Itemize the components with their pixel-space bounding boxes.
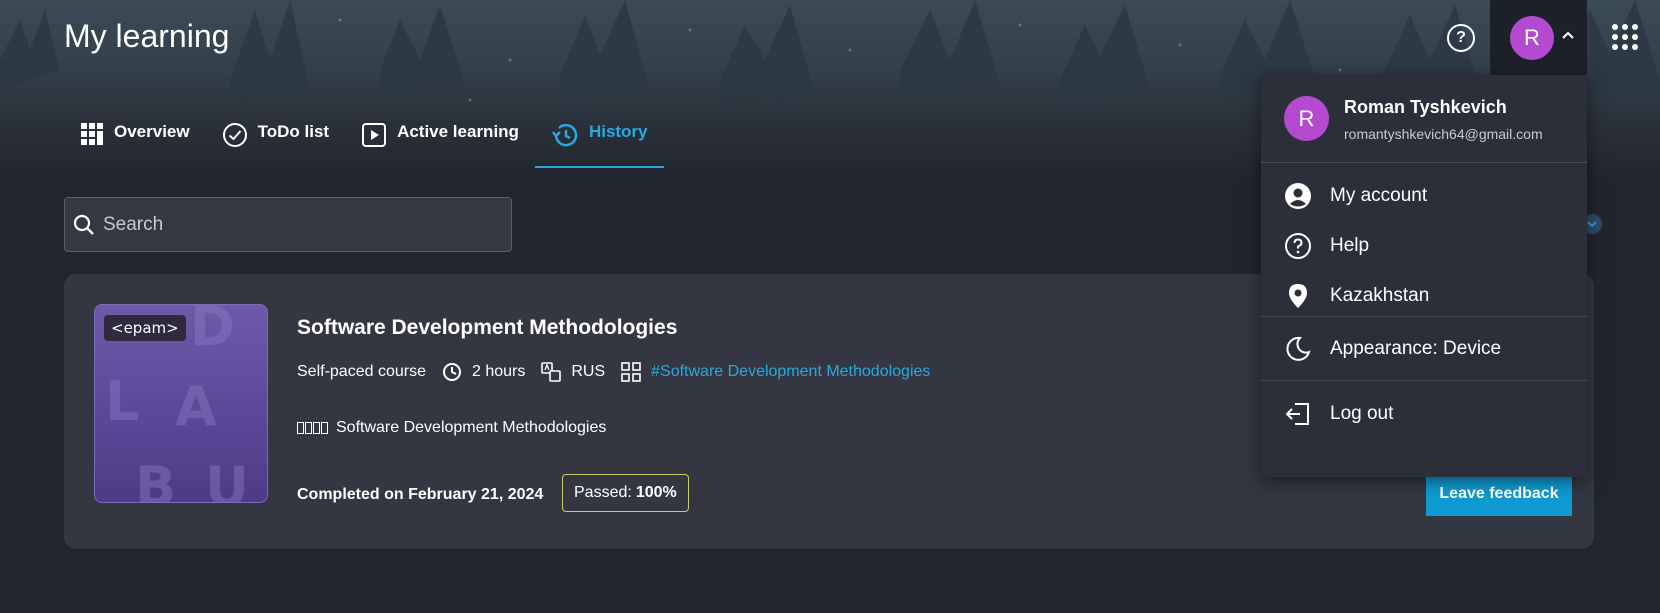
check-circle-icon [222, 123, 247, 147]
provider-name: Software Development Methodologies [336, 419, 607, 436]
apps-grid-icon[interactable] [1612, 24, 1638, 50]
location-pin-icon [1289, 284, 1307, 308]
chevron-up-icon[interactable] [1562, 30, 1574, 40]
svg-text:U: U [205, 455, 249, 503]
menu-item-my-account[interactable]: My account [1284, 176, 1427, 216]
tab-todo[interactable]: ToDo list [206, 110, 345, 168]
menu-item-appearance[interactable]: Appearance: Device [1284, 329, 1501, 369]
passed-badge: Passed: 100% [562, 474, 689, 512]
svg-text:D: D [190, 305, 235, 358]
user-menu-toggle[interactable]: R [1490, 0, 1587, 75]
course-language: RUS [541, 362, 605, 382]
course-tag[interactable]: #Software Development Methodologies [621, 362, 930, 382]
grid-icon [81, 123, 103, 145]
tab-label: History [588, 122, 648, 141]
menu-divider [1261, 380, 1587, 381]
course-provider: Software Development Methodologies [297, 419, 606, 437]
history-icon [551, 123, 578, 147]
search-box[interactable] [64, 197, 512, 252]
play-icon [362, 123, 387, 147]
tab-history[interactable]: History [534, 110, 664, 168]
tab-label: Active learning [397, 122, 519, 141]
menu-item-label: Log out [1330, 403, 1394, 424]
translate-icon [541, 362, 562, 382]
menu-item-label: Help [1330, 235, 1370, 256]
course-thumbnail[interactable]: D L A BU <epam> [94, 304, 268, 503]
tab-label: ToDo list [257, 122, 330, 141]
svg-text:A: A [175, 375, 217, 438]
tag-link[interactable]: #Software Development Methodologies [651, 363, 930, 381]
passed-value: 100% [635, 484, 677, 501]
tab-overview[interactable]: Overview [64, 110, 206, 168]
leave-feedback-button[interactable]: Leave feedback [1426, 472, 1572, 516]
user-email: romantyshkevich64@gmail.com [1344, 126, 1543, 142]
missing-glyph-icon [297, 422, 328, 434]
menu-item-logout[interactable]: Log out [1284, 394, 1393, 434]
menu-item-location[interactable]: Kazakhstan [1284, 276, 1429, 316]
epam-logo: <epam> [104, 315, 186, 341]
passed-label: Passed: [574, 484, 632, 501]
search-input[interactable] [103, 213, 483, 236]
clock-icon [442, 363, 461, 381]
tab-label: Overview [114, 122, 190, 141]
menu-item-help[interactable]: Help [1284, 226, 1369, 266]
avatar[interactable]: R [1510, 16, 1554, 60]
menu-item-label: My account [1330, 185, 1428, 206]
duration-label: 2 hours [471, 363, 526, 380]
user-menu-dropdown: R Roman Tyshkevich romantyshkevich64@gma… [1261, 75, 1587, 477]
completion-date: Completed on February 21, 2024 [297, 486, 544, 503]
course-duration: 2 hours [442, 362, 525, 382]
language-label: RUS [571, 363, 606, 380]
menu-item-label: Kazakhstan [1330, 285, 1430, 306]
svg-text:L: L [105, 370, 139, 433]
user-circle-icon [1285, 183, 1311, 209]
tab-active-learning[interactable]: Active learning [345, 110, 535, 168]
svg-text:B: B [135, 455, 176, 503]
page-title: My learning [64, 18, 230, 54]
course-title[interactable]: Software Development Methodologies [297, 316, 677, 340]
help-icon[interactable]: ? [1447, 24, 1475, 52]
user-profile-header: R Roman Tyshkevich romantyshkevich64@gma… [1261, 75, 1587, 162]
logout-icon [1285, 403, 1309, 425]
moon-icon [1286, 336, 1311, 361]
user-name: Roman Tyshkevich [1344, 97, 1507, 117]
menu-divider [1261, 316, 1587, 317]
search-icon [73, 214, 94, 235]
question-circle-icon [1285, 233, 1311, 259]
course-type-label: Self-paced course [297, 363, 426, 380]
tag-grid-icon [621, 362, 641, 382]
course-type: Self-paced course [297, 363, 426, 381]
course-meta: Self-paced course 2 hours RUS #Software … [297, 362, 946, 382]
tab-bar: Overview ToDo list Active learning Histo… [64, 110, 664, 168]
menu-divider [1261, 162, 1587, 163]
menu-avatar: R [1284, 96, 1329, 141]
menu-item-label: Appearance: Device [1330, 338, 1502, 359]
